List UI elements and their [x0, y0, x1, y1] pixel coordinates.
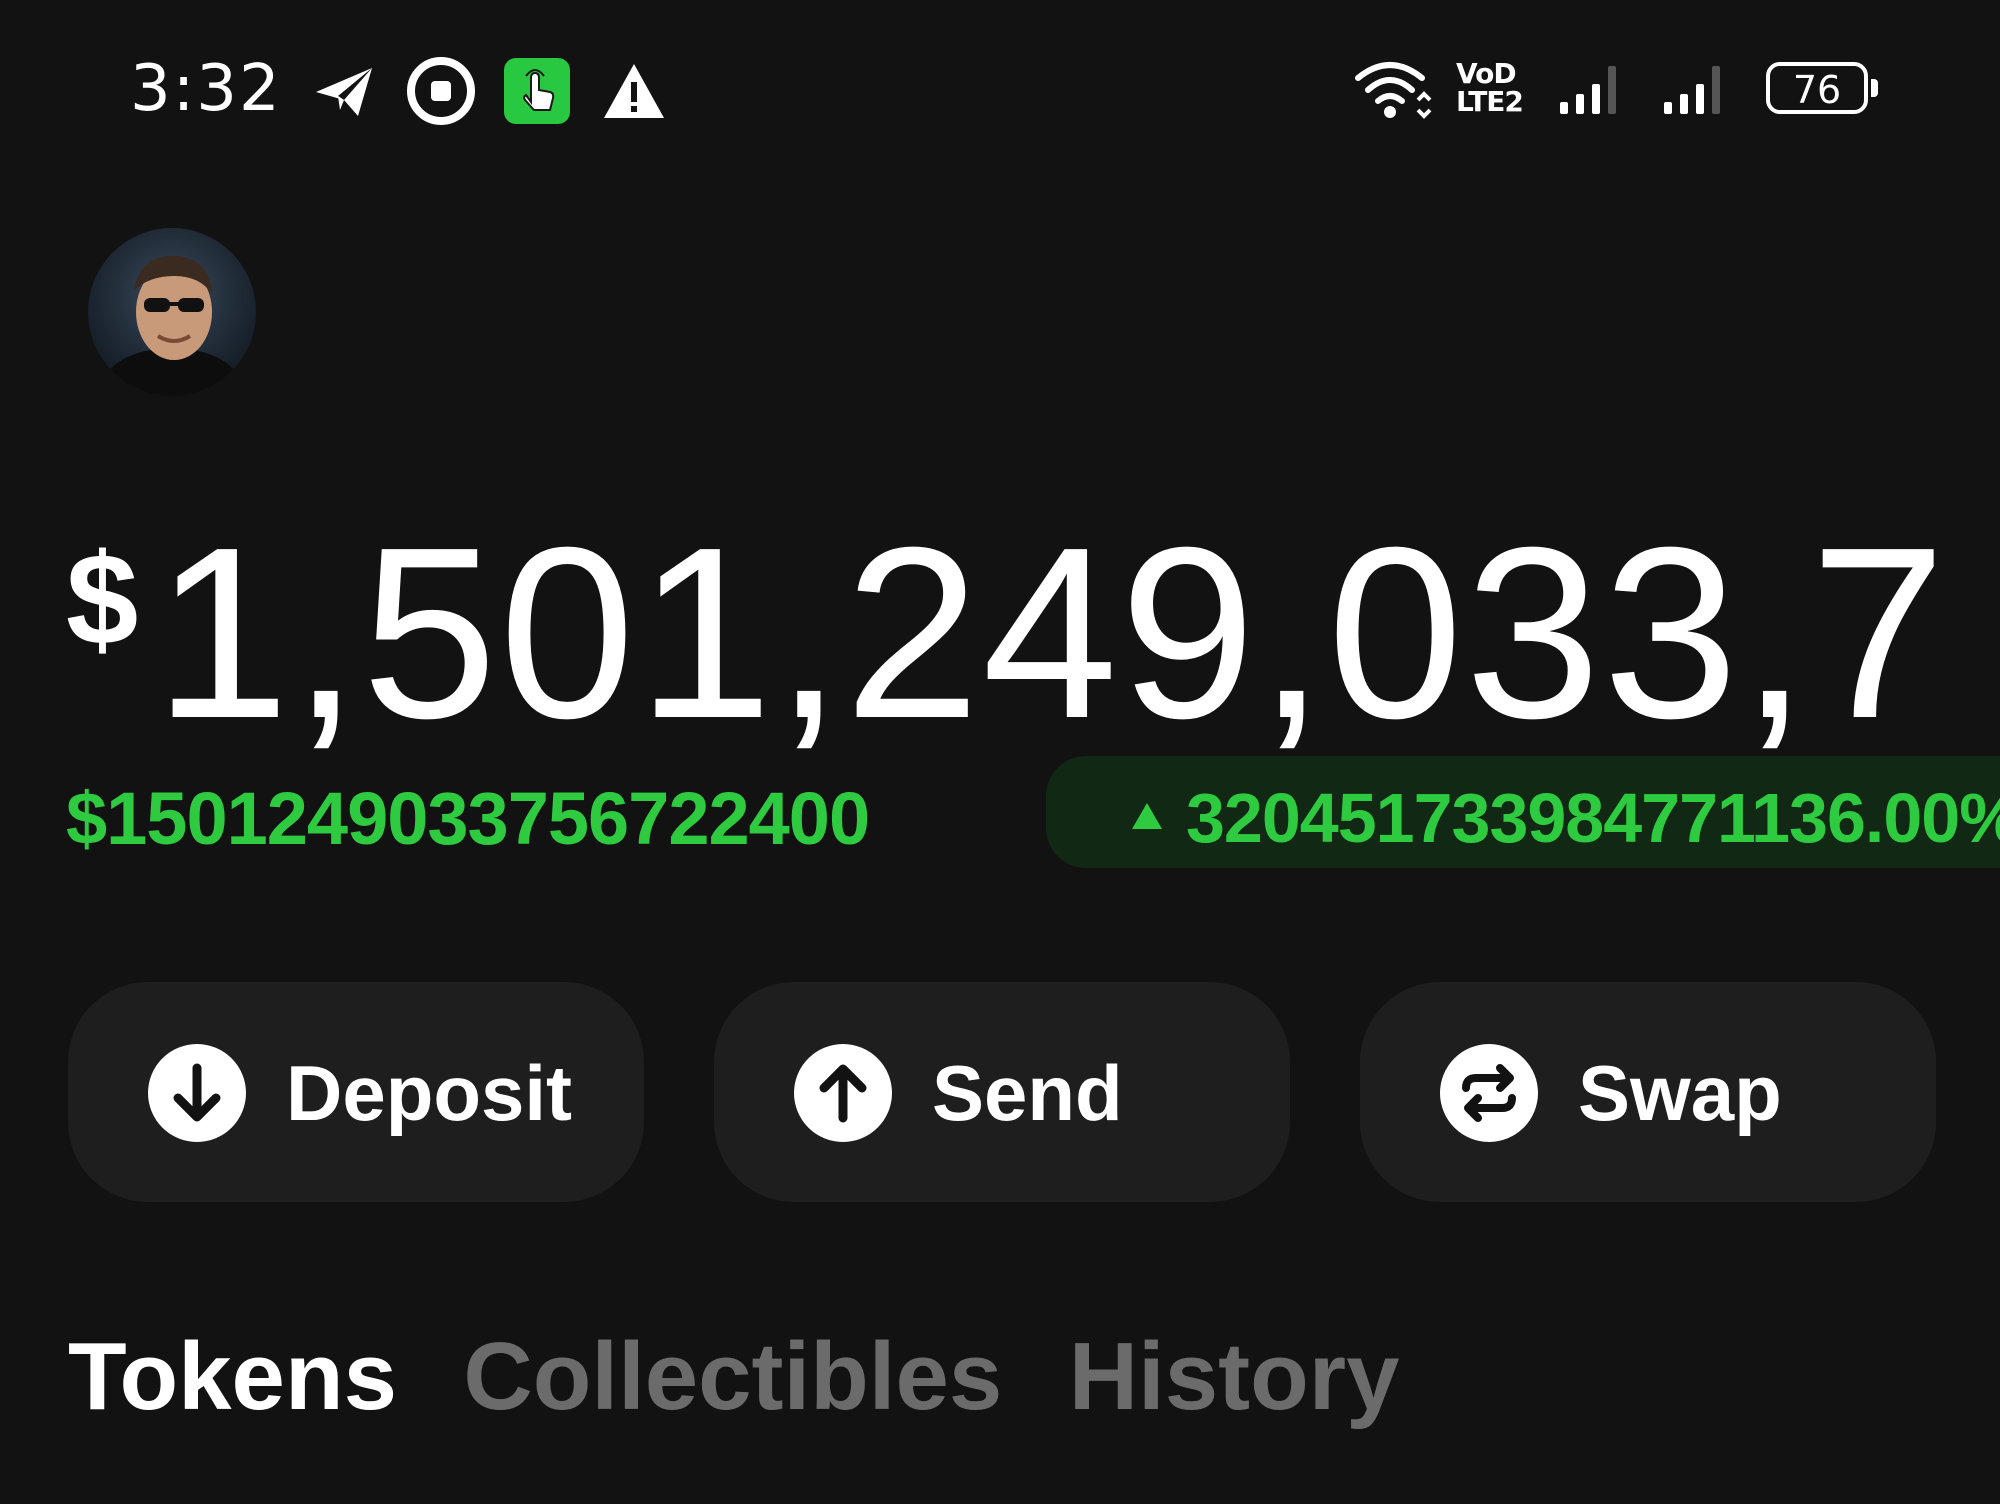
battery-icon: 76 — [1766, 62, 1878, 114]
balance-change-row: $1501249033756722400 32045173398477113​6… — [66, 756, 2000, 874]
wifi-icon — [1354, 56, 1434, 122]
arrow-down-icon — [148, 1044, 246, 1142]
send-label: Send — [932, 1049, 1123, 1137]
tab-history[interactable]: History — [1069, 1322, 1400, 1432]
swap-label: Swap — [1578, 1049, 1782, 1137]
deposit-button[interactable]: Deposit — [68, 982, 644, 1202]
battery-level: 76 — [1792, 68, 1842, 112]
record-icon — [406, 56, 476, 126]
change-percent-badge: 32045173398477113​6.00% — [1046, 756, 2000, 868]
balance-amount: 1,501,249,033,7 — [154, 520, 1936, 750]
arrow-up-icon — [794, 1044, 892, 1142]
tab-tokens[interactable]: Tokens — [68, 1322, 397, 1432]
deposit-label: Deposit — [286, 1049, 573, 1137]
swap-button[interactable]: Swap — [1360, 982, 1936, 1202]
send-button[interactable]: Send — [714, 982, 1290, 1202]
change-amount: $1501249033756722400 — [66, 777, 870, 860]
triangle-up-icon — [1132, 803, 1162, 829]
swap-arrows-icon — [1440, 1044, 1538, 1142]
clock: 3:32 — [130, 52, 282, 126]
telegram-icon — [312, 62, 378, 122]
tab-collectibles[interactable]: Collectibles — [463, 1322, 1002, 1432]
volte-icon: VoD LTE2 — [1456, 57, 1524, 118]
signal-icon — [1556, 60, 1632, 120]
currency-symbol: $ — [66, 526, 139, 672]
signal-icon — [1660, 60, 1736, 120]
balance-display: $ 1,501,249,033,7 — [66, 520, 1936, 750]
touch-icon — [504, 58, 570, 124]
asset-tabs: Tokens Collectibles History — [68, 1322, 1461, 1442]
change-percent: 32045173398477113​6.00% — [1186, 779, 2000, 857]
avatar[interactable] — [88, 228, 256, 396]
status-bar: 3:32 VoD LTE2 76 — [0, 0, 2000, 180]
warning-icon — [602, 62, 666, 120]
